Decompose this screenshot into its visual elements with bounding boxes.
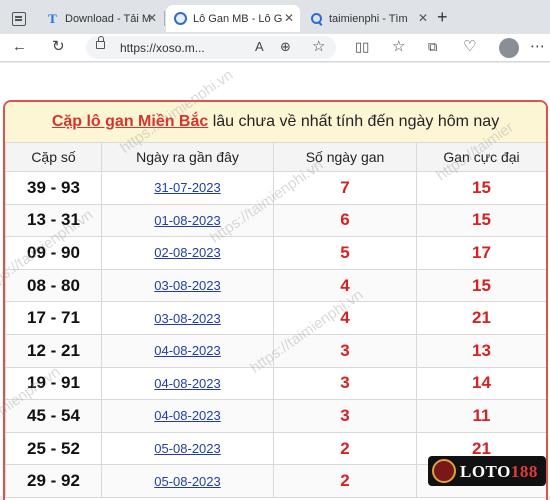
days-cell: 2: [273, 431, 417, 466]
date-link[interactable]: 03-08-2023: [101, 268, 274, 303]
pair-cell: 09 - 90: [5, 236, 102, 270]
pair-cell: 29 - 92: [5, 464, 102, 498]
split-screen-icon[interactable]: ▯▯: [355, 38, 369, 56]
date-link[interactable]: 05-08-2023: [101, 431, 274, 466]
tab-t-icon: T: [48, 11, 57, 26]
tab-taimienphi[interactable]: taimienphi - Tìm ✕: [302, 5, 434, 32]
logo-emblem-icon: [432, 459, 456, 483]
tab-title: Download - Tải M: [65, 12, 151, 25]
max-cell: 17: [416, 236, 546, 270]
table-row: 39 - 93 31-07-2023 7 15: [5, 171, 546, 205]
pair-cell: 39 - 93: [5, 171, 102, 205]
max-cell: 11: [416, 399, 546, 433]
heart-icon[interactable]: ♡: [463, 38, 476, 56]
pair-cell: 45 - 54: [5, 399, 102, 433]
tab-title: taimienphi - Tìm: [329, 12, 408, 25]
max-cell: 15: [416, 203, 546, 238]
table-row: 08 - 80 03-08-2023 4 15: [5, 268, 546, 303]
globe-icon: [174, 12, 187, 25]
tab-title: Lô Gan MB - Lô G: [193, 12, 283, 25]
loto188-logo: LOTO188: [428, 456, 546, 486]
pair-cell: 25 - 52: [5, 431, 102, 466]
date-link[interactable]: 02-08-2023: [101, 236, 274, 270]
tab-separator: [164, 11, 165, 26]
date-link[interactable]: 31-07-2023: [101, 171, 274, 205]
tab-download[interactable]: T Download - Tải M ✕: [38, 5, 163, 32]
days-cell: 4: [273, 301, 417, 335]
days-cell: 3: [273, 399, 417, 433]
favorites-icon[interactable]: ☆: [392, 38, 405, 56]
max-cell: 15: [416, 268, 546, 303]
days-cell: 3: [273, 366, 417, 401]
lo-gan-panel: Cặp lô gan Miền Bắc lâu chưa về nhất tín…: [3, 100, 548, 500]
pair-cell: 19 - 91: [5, 366, 102, 401]
max-cell: 21: [416, 301, 546, 335]
tab-lo-gan[interactable]: Lô Gan MB - Lô G ✕: [166, 5, 300, 32]
pair-cell: 17 - 71: [5, 301, 102, 335]
toolbar: ← ↻ https://xoso.m... A ⊕ ☆ ▯▯ ☆ ⧉ ♡ ⋯: [0, 34, 550, 62]
tab-actions-icon[interactable]: [12, 12, 26, 26]
date-link[interactable]: 01-08-2023: [101, 203, 274, 238]
date-link[interactable]: 04-08-2023: [101, 366, 274, 401]
close-icon[interactable]: ✕: [418, 11, 428, 25]
zoom-icon[interactable]: ⊕: [280, 38, 291, 56]
more-icon[interactable]: ⋯: [530, 38, 545, 56]
max-cell: 14: [416, 366, 546, 401]
heading-text: lâu chưa về nhất tính đến ngày hôm nay: [208, 113, 500, 130]
lock-icon[interactable]: [96, 36, 105, 49]
table-row: 12 - 21 04-08-2023 3 13: [5, 333, 546, 368]
close-icon[interactable]: ✕: [147, 11, 157, 25]
table-row: 09 - 90 02-08-2023 5 17: [5, 236, 546, 270]
lo-gan-table: Cặp số Ngày ra gần đây Số ngày gan Gan c…: [5, 142, 546, 498]
header-date: Ngày ra gần đây: [101, 142, 274, 172]
max-cell: 15: [416, 171, 546, 205]
pair-cell: 08 - 80: [5, 268, 102, 303]
pair-cell: 13 - 31: [5, 203, 102, 238]
heading-link[interactable]: Cặp lô gan Miền Bắc: [52, 113, 208, 130]
refresh-icon[interactable]: ↻: [52, 38, 65, 56]
search-icon: [310, 12, 323, 25]
page-content: Cặp lô gan Miền Bắc lâu chưa về nhất tín…: [0, 63, 550, 500]
days-cell: 7: [273, 171, 417, 205]
days-cell: 3: [273, 333, 417, 368]
logo-text: LOTO188: [460, 462, 538, 481]
address-url: https://xoso.m...: [120, 41, 205, 55]
date-link[interactable]: 03-08-2023: [101, 301, 274, 335]
avatar[interactable]: [499, 38, 519, 58]
days-cell: 2: [273, 464, 417, 498]
header-max: Gan cực đại: [416, 142, 546, 172]
date-link[interactable]: 04-08-2023: [101, 333, 274, 368]
max-cell: 13: [416, 333, 546, 368]
days-cell: 4: [273, 268, 417, 303]
table-row: 13 - 31 01-08-2023 6 15: [5, 203, 546, 238]
address-bar[interactable]: https://xoso.m...: [86, 36, 336, 59]
close-icon[interactable]: ✕: [284, 11, 294, 25]
read-aloud-icon[interactable]: A: [255, 38, 264, 56]
panel-heading: Cặp lô gan Miền Bắc lâu chưa về nhất tín…: [5, 102, 546, 142]
pair-cell: 12 - 21: [5, 333, 102, 368]
table-header-row: Cặp số Ngày ra gần đây Số ngày gan Gan c…: [5, 142, 546, 172]
days-cell: 5: [273, 236, 417, 270]
header-days: Số ngày gan: [273, 142, 417, 172]
table-row: 45 - 54 04-08-2023 3 11: [5, 399, 546, 433]
tab-strip: T Download - Tải M ✕ Lô Gan MB - Lô G ✕ …: [0, 0, 550, 36]
table-row: 17 - 71 03-08-2023 4 21: [5, 301, 546, 335]
collections-icon[interactable]: ⧉: [428, 38, 437, 56]
date-link[interactable]: 04-08-2023: [101, 399, 274, 433]
new-tab-icon[interactable]: +: [437, 8, 448, 26]
back-icon[interactable]: ←: [12, 38, 27, 56]
date-link[interactable]: 05-08-2023: [101, 464, 274, 498]
days-cell: 6: [273, 203, 417, 238]
table-row: 19 - 91 04-08-2023 3 14: [5, 366, 546, 401]
header-pair: Cặp số: [5, 142, 102, 172]
favorite-icon[interactable]: ☆: [312, 38, 325, 56]
